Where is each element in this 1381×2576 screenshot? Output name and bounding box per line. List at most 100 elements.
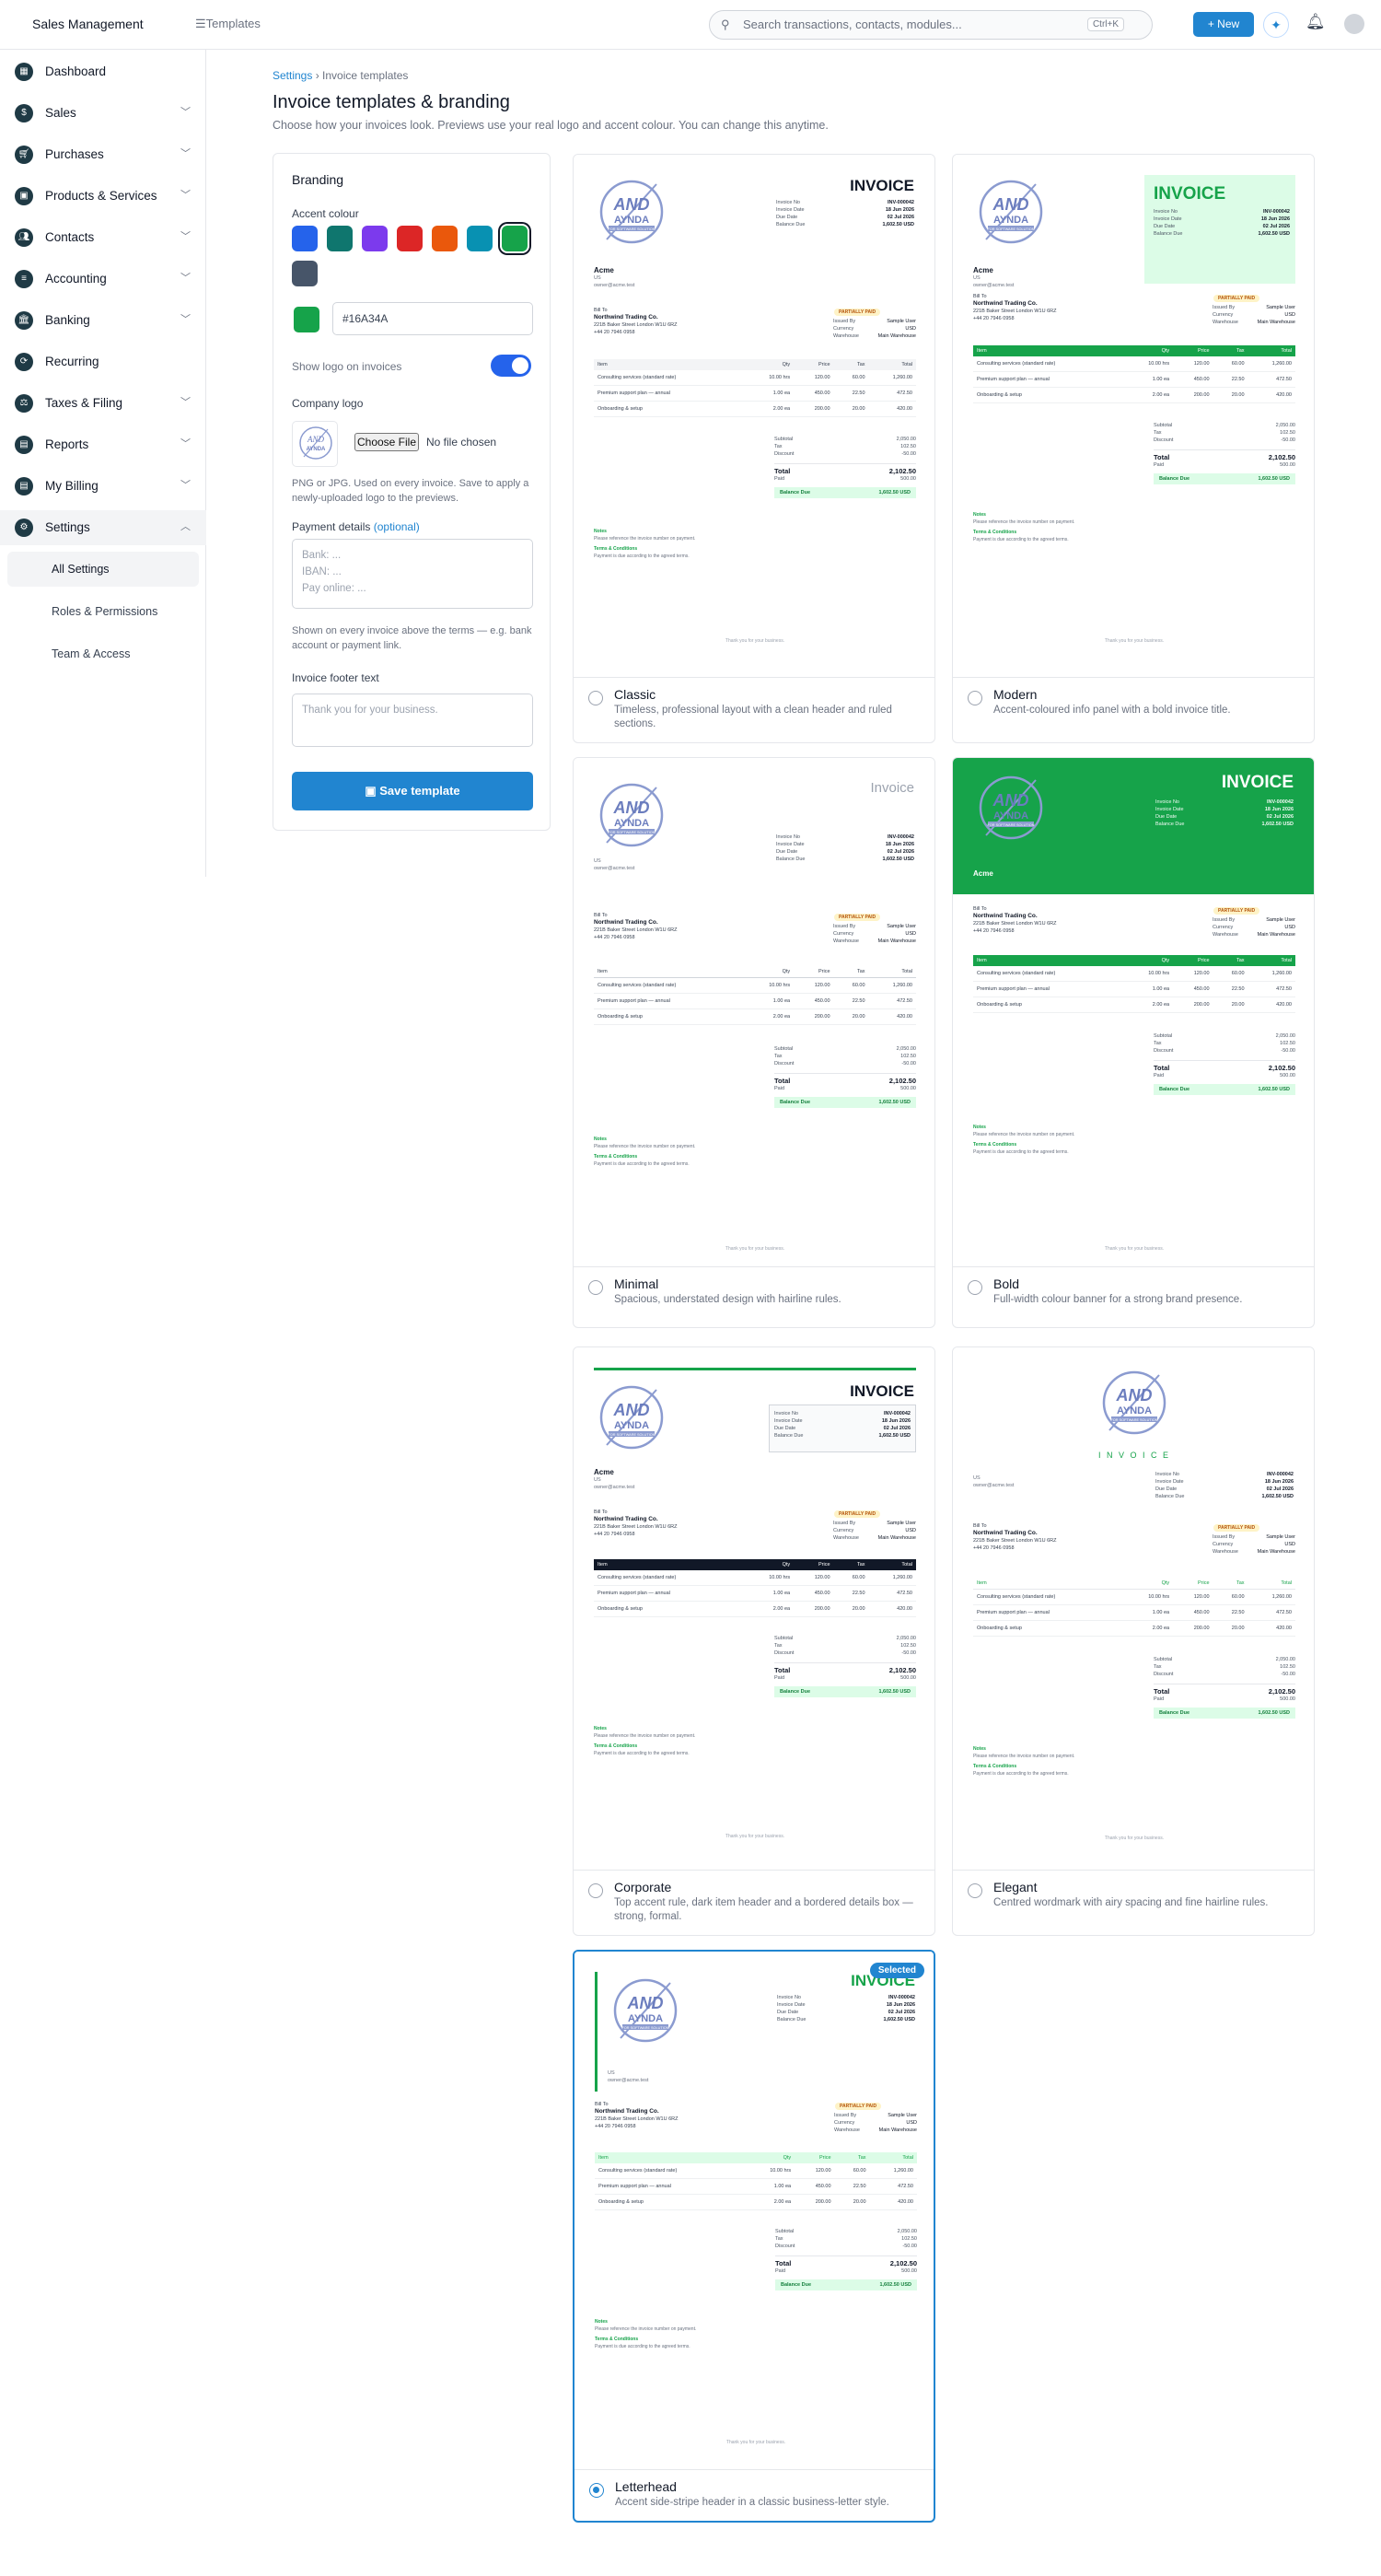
footer-text-label: Invoice footer text — [292, 671, 379, 684]
totals-block: Subtotal 2,050.00 Tax 102.50 Discount -50.00 T… — [1154, 1032, 1295, 1095]
template-card-classic[interactable]: AND AYNDA FOR SOFTWARE SOLUTION INVOICE In… — [573, 154, 935, 743]
show-logo-toggle[interactable] — [491, 355, 531, 377]
accent-swatch[interactable] — [292, 261, 318, 286]
table-header: Item Qty Price Tax Total — [973, 1578, 1295, 1590]
accent-swatch[interactable] — [467, 226, 493, 251]
accent-rule — [594, 1368, 916, 1370]
sidebar-subitem-roles-permissions[interactable]: Roles & Permissions — [7, 594, 199, 629]
menu-icon[interactable]: ☰ — [195, 17, 206, 30]
accent-swatch[interactable] — [362, 226, 388, 251]
sidebar-subitem-all-settings[interactable]: All Settings — [7, 552, 199, 587]
template-footer: Elegant Centred wordmark with airy spaci… — [953, 1870, 1314, 1925]
accent-swatch[interactable] — [397, 226, 423, 251]
notes-block: Notes Please reference the invoice number… — [973, 1746, 1075, 1777]
balance-due-row: Balance Due 1,602.50 USD — [774, 487, 916, 498]
save-template-button[interactable]: ▣ Save template — [292, 772, 533, 810]
seller-block: Acme US owner@acme.test — [594, 1468, 635, 1491]
sidebar-item-tax[interactable]: ⚖ Taxes & Filing ﹀ — [0, 386, 206, 421]
svg-text:AND: AND — [307, 435, 325, 444]
template-card-minimal[interactable]: AND AYNDA FOR SOFTWARE SOLUTION Invoice In… — [573, 757, 935, 1328]
template-radio-bold[interactable] — [968, 1280, 982, 1295]
accent-swatch[interactable] — [292, 226, 318, 251]
footer-text-textarea[interactable]: Thank you for your business. — [292, 694, 533, 747]
choose-file-button[interactable]: Choose File — [354, 433, 419, 451]
bill-to-block: Bill To Northwind Trading Co. 221B Baker S… — [973, 294, 1057, 321]
template-radio-minimal[interactable] — [588, 1280, 603, 1295]
footer-text: Thank you for your business. — [725, 1834, 785, 1839]
table-row: Onboarding & setup 2.00 ea 200.00 20.00 420.… — [973, 997, 1295, 1013]
sidebar-subitem-team-access[interactable]: Team & Access — [7, 636, 199, 671]
invoice-title: INVOICE — [850, 1382, 914, 1400]
table-header: Item Qty Price Tax Total — [973, 345, 1295, 356]
sidebar-item-reports[interactable]: ▤ Reports ﹀ — [0, 427, 206, 462]
selected-badge: Selected — [869, 1963, 924, 1978]
accent-swatch[interactable] — [432, 226, 458, 251]
template-name: Letterhead — [615, 2479, 677, 2494]
color-picker[interactable] — [294, 307, 319, 332]
template-footer: Corporate Top accent rule, dark item hea… — [574, 1870, 934, 1925]
template-card-corporate[interactable]: AND AYNDA FOR SOFTWARE SOLUTION INVOICE In… — [573, 1346, 935, 1936]
sidebar-item-gear[interactable]: ⚙ Settings ︿ — [0, 510, 206, 545]
invoice-title: INVOICE — [1221, 773, 1294, 792]
invoice-meta: Invoice No INV-000042 Invoice Date 18 Jun 2… — [1154, 209, 1290, 237]
svg-text:AYNDA: AYNDA — [628, 2013, 663, 2024]
template-footer: Minimal Spacious, understated design wit… — [574, 1266, 934, 1322]
sidebar: ▦ Dashboard $ Sales ﹀ 🛒︎ Purchases ﹀ ▣ P… — [0, 50, 206, 877]
sidebar-item-accounting[interactable]: ≡ Accounting ﹀ — [0, 262, 206, 297]
sidebar-item-billing[interactable]: ▤ My Billing ﹀ — [0, 469, 206, 504]
sidebar-item-dashboard[interactable]: ▦ Dashboard — [0, 54, 206, 89]
accent-swatch[interactable] — [502, 226, 528, 251]
svg-text:AYNDA: AYNDA — [614, 818, 649, 829]
template-card-modern[interactable]: AND AYNDA FOR SOFTWARE SOLUTION INVOICE In… — [952, 154, 1315, 743]
items-table: Item Qty Price Tax Total Consulting services … — [595, 2152, 917, 2210]
template-radio-elegant[interactable] — [968, 1883, 982, 1898]
svg-text:AND: AND — [992, 791, 1029, 810]
bell-icon[interactable]: 🔔︎ — [1306, 13, 1326, 31]
template-card-letterhead[interactable]: AND AYNDA FOR SOFTWARE SOLUTION INVOICE In… — [573, 1950, 935, 2523]
accent-swatch[interactable] — [327, 226, 353, 251]
notes-block: Notes Please reference the invoice number… — [595, 2319, 697, 2349]
breadcrumb-settings-link[interactable]: Settings — [273, 69, 312, 82]
table-row: Premium support plan — annual 1.00 ea 450.… — [973, 371, 1295, 388]
company-logo-label: Company logo — [292, 397, 364, 410]
chevron-down-icon: ﹀ — [180, 273, 191, 284]
table-row: Consulting services (standard rate) 10.00… — [595, 2163, 917, 2179]
template-description: Timeless, professional layout with a cle… — [614, 705, 892, 729]
sidebar-item-cart[interactable]: 🛒︎ Purchases ﹀ — [0, 137, 206, 172]
payment-details-textarea[interactable]: Bank: ... IBAN: ... Pay online: ... — [292, 539, 533, 609]
sidebar-item-box[interactable]: ▣ Products & Services ﹀ — [0, 179, 206, 214]
avatar[interactable] — [1344, 14, 1364, 34]
sparkle-icon[interactable]: ✦ — [1263, 12, 1289, 38]
table-row: Consulting services (standard rate) 10.00… — [594, 370, 916, 386]
template-radio-corporate[interactable] — [588, 1883, 603, 1898]
hex-input[interactable]: #16A34A — [332, 302, 533, 335]
chevron-down-icon: ﹀ — [180, 148, 191, 159]
table-row: Premium support plan — annual 1.00 ea 450.… — [973, 981, 1295, 997]
footer-text: Thank you for your business. — [1104, 1836, 1165, 1841]
table-header: Item Qty Price Tax Total — [594, 966, 916, 978]
template-card-elegant[interactable]: AND AYNDA FOR SOFTWARE SOLUTION I N V O I… — [952, 1346, 1315, 1936]
template-preview-elegant: AND AYNDA FOR SOFTWARE SOLUTION I N V O I… — [953, 1347, 1314, 1870]
company-logo-image: AND AYNDA FOR SOFTWARE SOLUTION — [599, 180, 664, 244]
template-card-bold[interactable]: AND AYNDA FOR SOFTWARE SOLUTION INVOICE In… — [952, 757, 1315, 1328]
sidebar-item-contacts[interactable]: 👥︎ Contacts ﹀ — [0, 220, 206, 255]
gear-icon: ⚙ — [15, 519, 33, 537]
sidebar-item-bank[interactable]: 🏛︎ Banking ﹀ — [0, 303, 206, 338]
recurring-icon: ⟳ — [15, 353, 33, 371]
template-radio-letterhead[interactable] — [589, 2483, 604, 2498]
status-badge: PARTIALLY PAID — [834, 1510, 881, 1518]
new-button[interactable]: + New — [1193, 12, 1254, 37]
table-row: Premium support plan — annual 1.00 ea 450.… — [594, 385, 916, 402]
template-radio-classic[interactable] — [588, 691, 603, 705]
payment-hint: Shown on every invoice above the terms —… — [292, 625, 532, 651]
template-radio-modern[interactable] — [968, 691, 982, 705]
items-table: Item Qty Price Tax Total Consulting services … — [973, 345, 1295, 403]
search-input[interactable]: ⚲ Search transactions, contacts, modules… — [709, 10, 1153, 40]
table-header: Item Qty Price Tax Total — [595, 2152, 917, 2163]
sidebar-item-label: Taxes & Filing — [45, 396, 123, 410]
chevron-down-icon: ﹀ — [180, 314, 191, 325]
sidebar-item-sales[interactable]: $ Sales ﹀ — [0, 96, 206, 131]
table-row: Consulting services (standard rate) 10.00… — [973, 356, 1295, 372]
sidebar-item-recurring[interactable]: ⟳ Recurring — [0, 344, 206, 379]
payment-label: Payment details (optional) — [292, 520, 420, 533]
